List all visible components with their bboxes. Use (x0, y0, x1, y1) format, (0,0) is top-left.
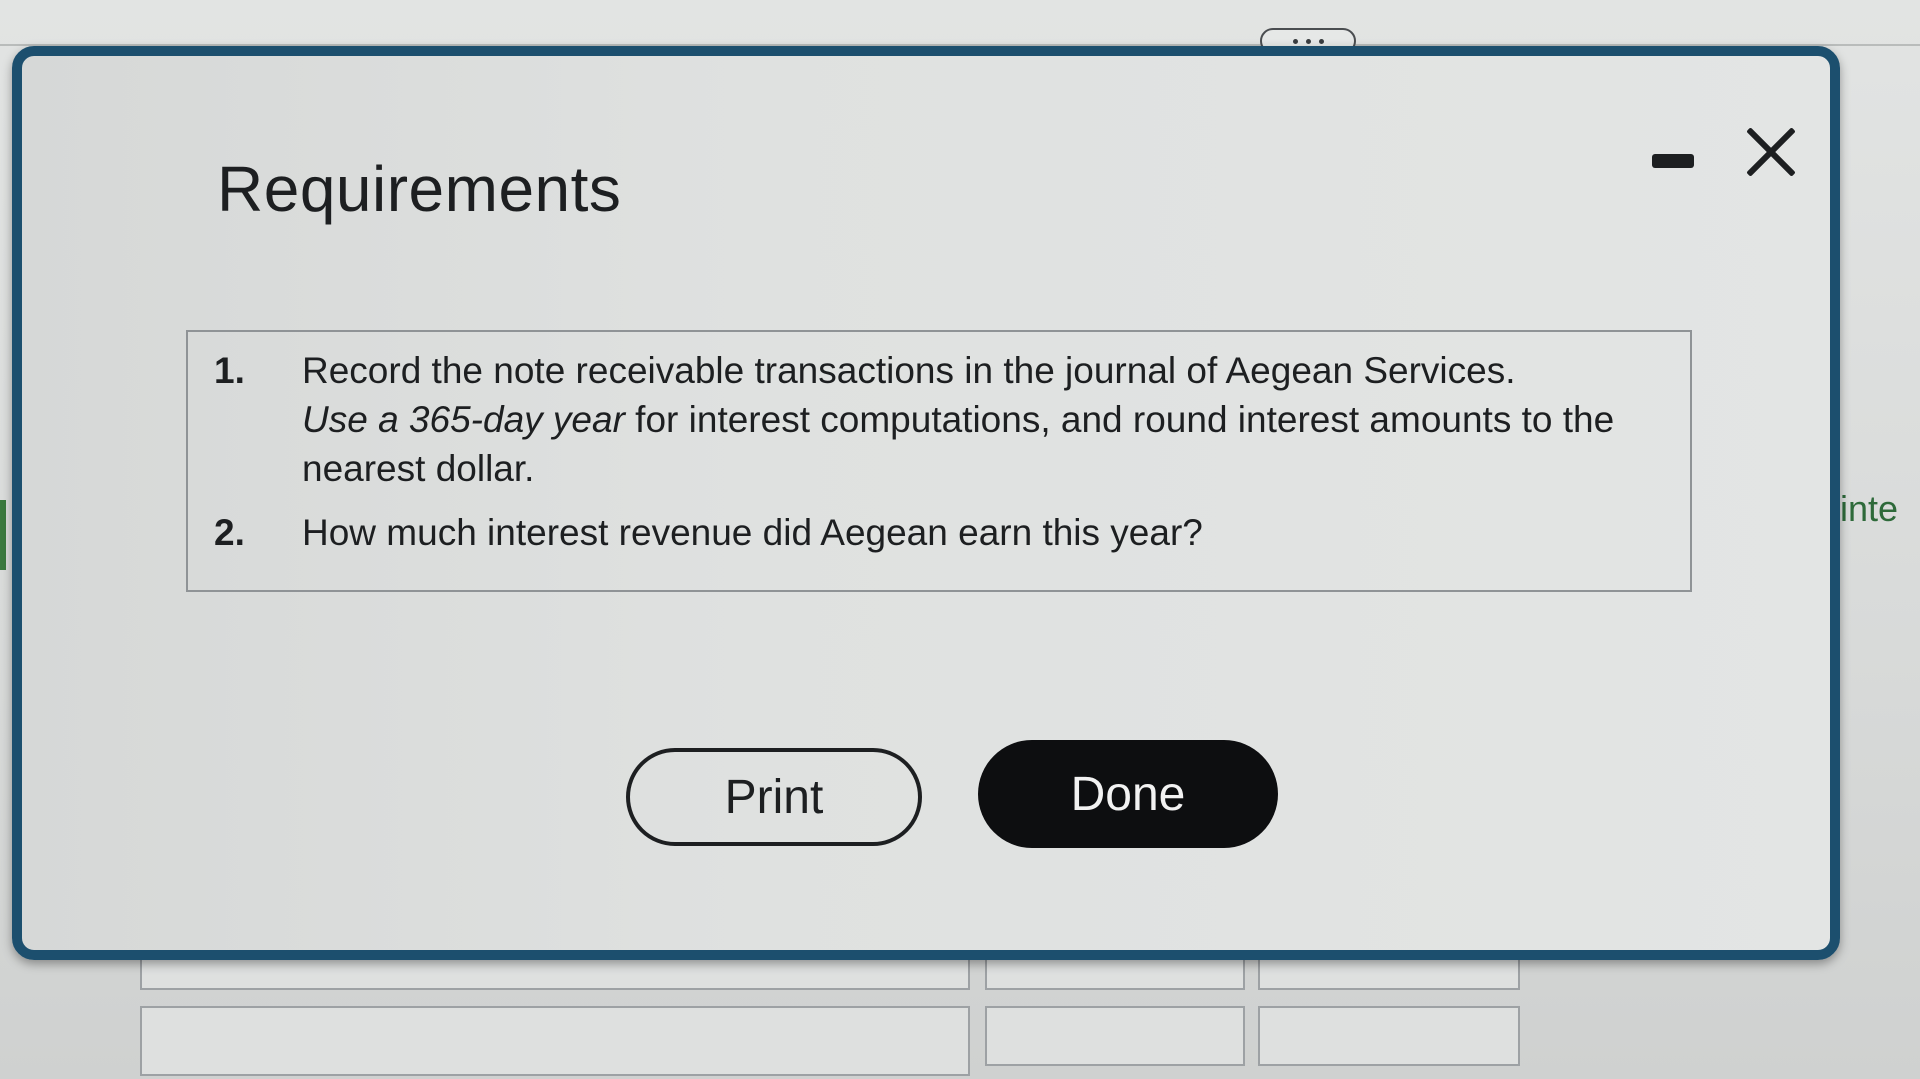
background-input-field[interactable] (985, 1006, 1245, 1066)
dialog-title: Requirements (217, 153, 622, 225)
requirement-number: 2. (214, 512, 245, 553)
requirement-item: 1. Record the note receivable transactio… (188, 346, 1690, 496)
drag-dot-icon (1318, 38, 1324, 44)
requirement-item: 2. How much interest revenue did Aegean … (188, 508, 1690, 568)
requirements-dialog: Requirements 1. Record the note receivab… (12, 46, 1840, 960)
drag-dot-icon (1305, 38, 1311, 44)
requirement-text: How much interest revenue did Aegean ear… (302, 512, 1203, 553)
background-input-field[interactable] (140, 1006, 970, 1076)
requirement-text-main: Record the note receivable transactions … (302, 350, 1516, 391)
background-input-field[interactable] (1258, 1006, 1520, 1066)
requirements-list: 1. Record the note receivable transactio… (186, 330, 1692, 592)
done-button[interactable]: Done (978, 740, 1278, 848)
print-button[interactable]: Print (626, 748, 922, 846)
background-edge-marker (0, 500, 6, 570)
background-partial-text: inte (1840, 488, 1899, 529)
requirement-number: 1. (214, 350, 245, 391)
close-icon[interactable] (1744, 124, 1800, 180)
page: inte Requirements 1. Record the note rec… (0, 0, 1920, 1079)
drag-dot-icon (1292, 38, 1298, 44)
requirement-text: Record the note receivable transactions … (302, 346, 1672, 493)
requirement-text-emphasis: Use a 365-day year (302, 399, 625, 440)
minimize-icon[interactable] (1652, 154, 1694, 168)
